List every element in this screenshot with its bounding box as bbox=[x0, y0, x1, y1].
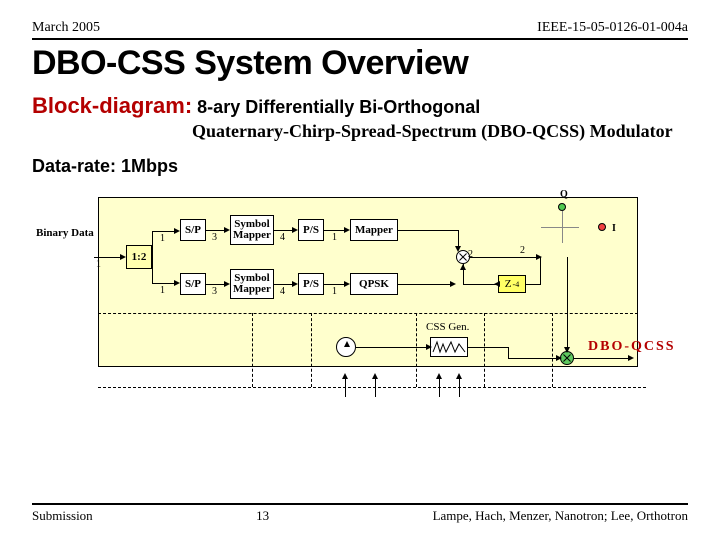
ps-block-top: P/S bbox=[298, 219, 324, 241]
binary-data-label: Binary Data bbox=[36, 227, 94, 239]
q-label: Q bbox=[560, 189, 568, 200]
port-ps-in1: 4 bbox=[280, 232, 285, 243]
sp-block-top: S/P bbox=[180, 219, 206, 241]
data-rate: Data-rate: 1Mbps bbox=[32, 156, 688, 177]
symbol-mapper-bot: Symbol Mapper bbox=[230, 269, 274, 299]
dashed-divider bbox=[98, 387, 646, 388]
wire bbox=[398, 284, 452, 285]
z-label: Z bbox=[505, 278, 512, 290]
css-gen-label: CSS Gen. bbox=[426, 321, 469, 333]
arrow-icon bbox=[564, 347, 570, 353]
wire bbox=[324, 284, 346, 285]
wire bbox=[324, 230, 346, 231]
subtitle-line1: 8-ary Differentially Bi-Orthogonal bbox=[197, 97, 480, 117]
iq-axis bbox=[562, 211, 563, 243]
wire bbox=[152, 231, 153, 283]
footer: Submission 13 Lampe, Hach, Menzer, Nanot… bbox=[32, 503, 688, 524]
wire bbox=[398, 230, 458, 231]
port-ps-in2: 4 bbox=[280, 286, 285, 297]
arrow-icon bbox=[628, 355, 634, 361]
wire bbox=[375, 379, 376, 397]
header-docnum: IEEE-15-05-0126-01-004a bbox=[537, 20, 688, 36]
clock-hand-icon bbox=[344, 341, 350, 347]
port-mult: 2 bbox=[468, 249, 473, 260]
wire bbox=[439, 379, 440, 397]
wire bbox=[94, 257, 122, 258]
wire bbox=[508, 347, 509, 358]
arrow-icon bbox=[460, 264, 466, 270]
dashed-divider bbox=[252, 313, 253, 387]
dashed-divider bbox=[311, 313, 312, 387]
arrow-icon bbox=[536, 254, 542, 260]
port-sp-out2: 3 bbox=[212, 286, 217, 297]
arrow-icon bbox=[450, 281, 456, 287]
dashed-divider bbox=[484, 313, 485, 387]
arrow-icon bbox=[494, 281, 500, 287]
delay-block: Z-4 bbox=[498, 275, 526, 293]
arrow-icon bbox=[426, 344, 432, 350]
footer-right: Lampe, Hach, Menzer, Nanotron; Lee, Orth… bbox=[433, 508, 688, 524]
i-node-icon bbox=[598, 223, 606, 231]
wire bbox=[152, 283, 176, 284]
block-diagram-tag: Block-diagram: bbox=[32, 93, 192, 118]
dashed-divider bbox=[552, 313, 553, 387]
wire bbox=[152, 231, 176, 232]
arrow-icon bbox=[556, 355, 562, 361]
sp-block-bot: S/P bbox=[180, 273, 206, 295]
qpsk-block: QPSK bbox=[350, 273, 398, 295]
header-date: March 2005 bbox=[32, 20, 100, 36]
subtitle-line2: Quaternary-Chirp-Spread-Spectrum (DBO-QC… bbox=[192, 121, 688, 142]
port-z: 2 bbox=[520, 245, 525, 256]
wire bbox=[540, 257, 541, 285]
wire bbox=[345, 379, 346, 397]
splitter-block: 1:2 bbox=[126, 245, 152, 269]
port-ps-out2: 1 bbox=[332, 286, 337, 297]
port-sp-in1: 1 bbox=[160, 233, 165, 244]
q-node-icon bbox=[558, 203, 566, 211]
multiplier-green-icon bbox=[560, 351, 574, 365]
wire bbox=[470, 257, 538, 258]
dashed-divider bbox=[98, 313, 638, 314]
wire bbox=[206, 230, 226, 231]
page-title: DBO-CSS System Overview bbox=[32, 44, 688, 83]
port-sp-in2: 1 bbox=[160, 285, 165, 296]
port-sp-out1: 3 bbox=[212, 232, 217, 243]
wire bbox=[274, 284, 294, 285]
port-in: 1 bbox=[96, 259, 101, 270]
wire bbox=[574, 358, 630, 359]
symbol-mapper-top: Symbol Mapper bbox=[230, 215, 274, 245]
footer-left: Submission bbox=[32, 508, 93, 524]
output-label: DBO-QCSS bbox=[588, 339, 676, 355]
wire bbox=[274, 230, 294, 231]
ps-block-bot: P/S bbox=[298, 273, 324, 295]
css-waveform-icon bbox=[430, 337, 468, 357]
wire bbox=[206, 284, 226, 285]
mapper-block: Mapper bbox=[350, 219, 398, 241]
iq-axis bbox=[541, 227, 579, 228]
dashed-divider bbox=[416, 313, 417, 387]
port-ps-out1: 1 bbox=[332, 232, 337, 243]
arrow-icon bbox=[455, 246, 461, 252]
wire bbox=[356, 347, 430, 348]
wire bbox=[459, 379, 460, 397]
block-diagram: Binary Data 1 1:2 1 1 S/P S/P 3 3 Symbol… bbox=[36, 187, 676, 417]
footer-page: 13 bbox=[256, 508, 269, 524]
clock-icon bbox=[336, 337, 356, 357]
i-label: I bbox=[612, 223, 616, 234]
wire bbox=[567, 257, 568, 351]
wire bbox=[526, 284, 540, 285]
chirp-icon bbox=[431, 338, 467, 356]
z-exp: -4 bbox=[513, 280, 520, 289]
wire bbox=[468, 347, 508, 348]
